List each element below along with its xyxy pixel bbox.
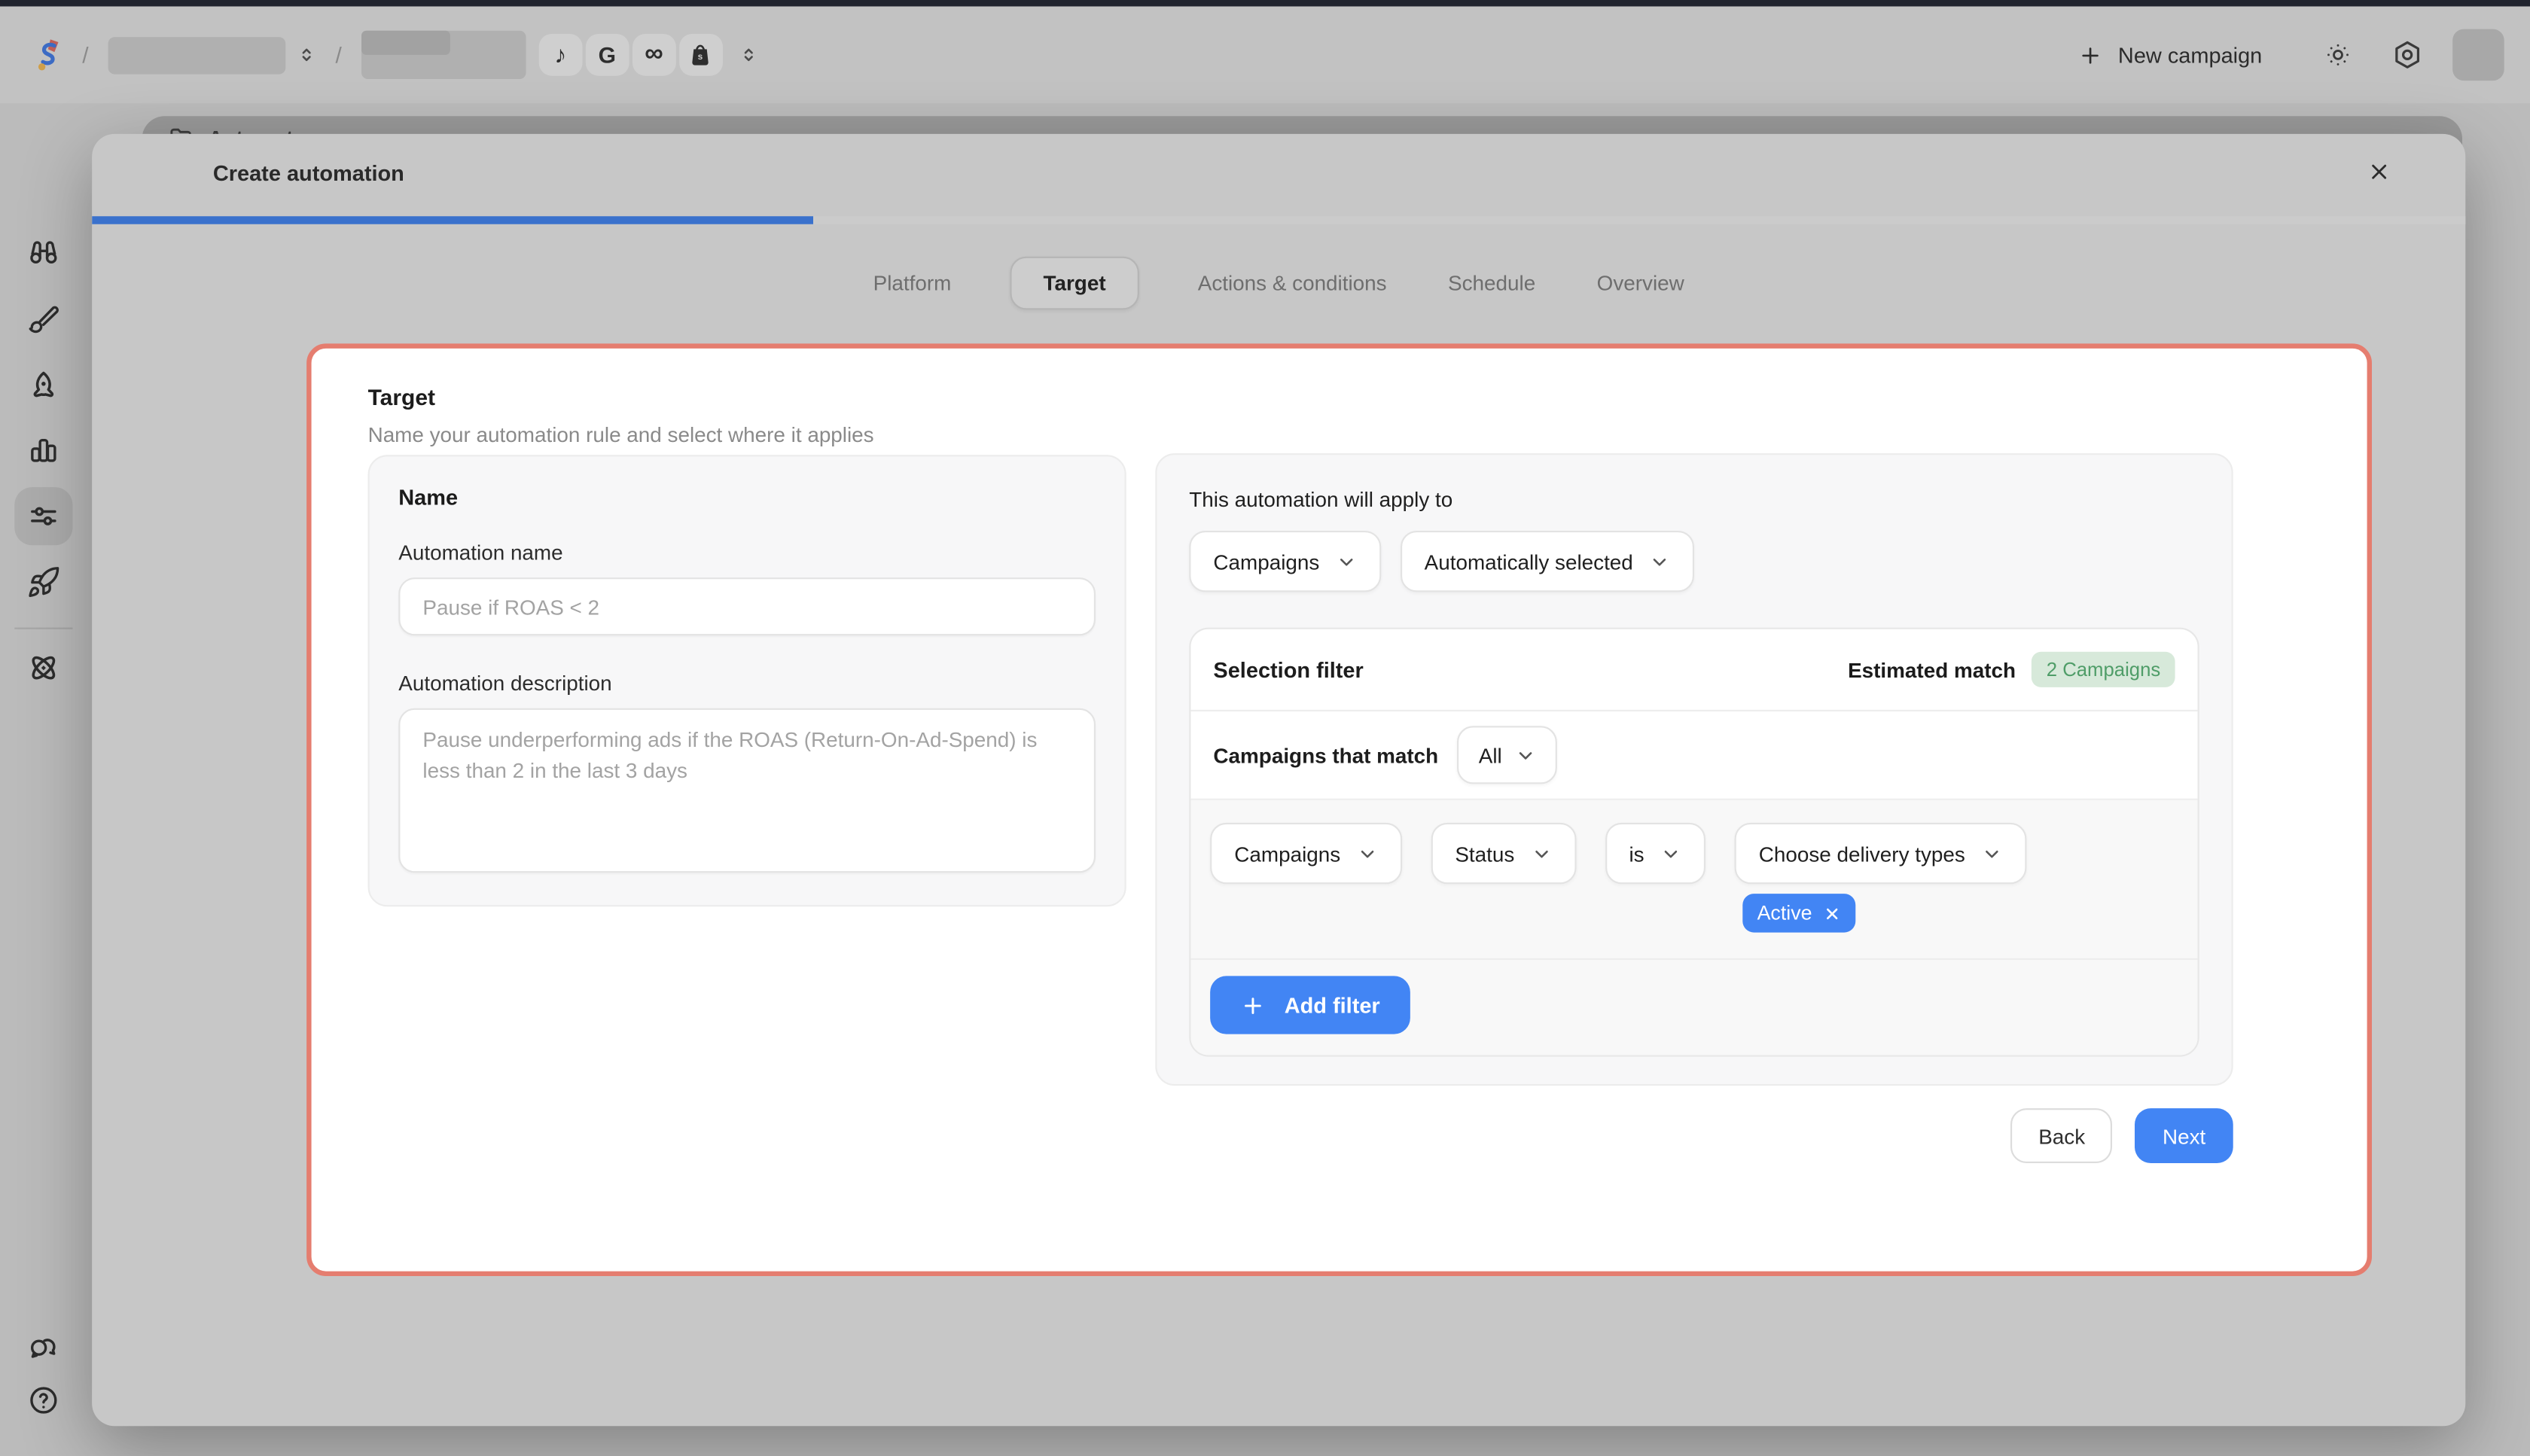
active-chip-label: Active (1757, 902, 1812, 924)
apply-card: This automation will apply to Campaigns … (1155, 453, 2233, 1086)
google-icon[interactable]: G (585, 34, 629, 76)
workspace-name-redacted[interactable] (108, 36, 285, 73)
svg-text:s: s (698, 50, 703, 61)
estimated-match-label: Estimated match (1848, 657, 2016, 681)
automation-name-input[interactable] (398, 577, 1096, 635)
meta-icon[interactable]: ∞ (632, 34, 676, 76)
chevron-down-icon (1515, 745, 1536, 766)
tab-overview[interactable]: Overview (1593, 258, 1687, 308)
avatar[interactable] (2452, 29, 2504, 81)
atom-icon[interactable] (26, 650, 61, 686)
filter-value-placeholder: Choose delivery types (1759, 842, 1965, 866)
match-operator-select[interactable]: All (1458, 726, 1557, 784)
add-filter-label: Add filter (1285, 993, 1380, 1017)
create-automation-modal: Create automation Platform Target Action… (92, 134, 2465, 1426)
tab-platform[interactable]: Platform (870, 258, 954, 308)
target-heading: Target (368, 384, 435, 410)
filter-operator-select[interactable]: is (1605, 823, 1705, 884)
chat-icon[interactable] (26, 1330, 60, 1364)
sun-icon[interactable] (2324, 41, 2353, 70)
filter-value-select[interactable]: Choose delivery types (1735, 823, 2027, 884)
chevron-down-icon (1649, 551, 1670, 572)
sidebar-divider (14, 628, 72, 629)
mode-select-value: Automatically selected (1425, 550, 1633, 574)
apply-title: This automation will apply to (1189, 487, 2199, 511)
paintbrush-icon[interactable] (26, 301, 60, 335)
platform-switcher-icon[interactable] (739, 44, 758, 66)
hexagon-settings-icon[interactable] (2391, 38, 2424, 71)
back-button[interactable]: Back (2011, 1108, 2113, 1163)
breadcrumb-separator-2: / (335, 42, 341, 68)
name-card-heading: Name (398, 486, 1096, 510)
sidebar (0, 103, 87, 1456)
next-button[interactable]: Next (2135, 1108, 2233, 1163)
selection-filter-title: Selection filter (1213, 657, 1363, 681)
filter-entity-select[interactable]: Campaigns (1210, 823, 1401, 884)
footer-buttons: Back Next (1155, 1108, 2233, 1163)
shopify-icon[interactable]: s (679, 34, 723, 76)
new-campaign-label: New campaign (2118, 43, 2262, 67)
breadcrumb-separator: / (82, 42, 88, 68)
progress-fill (92, 216, 813, 224)
help-icon[interactable] (26, 1384, 60, 1418)
automation-name-label: Automation name (398, 541, 1096, 565)
filter-entity-value: Campaigns (1234, 842, 1340, 866)
tab-target[interactable]: Target (1010, 257, 1140, 310)
entity-select-value: Campaigns (1213, 550, 1319, 574)
plus-icon (1241, 993, 1265, 1017)
plus-icon (2077, 43, 2102, 67)
target-panel-highlighted: Target Name your automation rule and sel… (306, 343, 2372, 1276)
tab-actions-conditions[interactable]: Actions & conditions (1194, 258, 1389, 308)
account-name-redacted[interactable] (361, 31, 526, 79)
chevron-down-icon (1981, 843, 2002, 864)
automation-description-input[interactable] (398, 708, 1096, 873)
name-card: Name Automation name Automation descript… (368, 455, 1126, 906)
remove-icon[interactable] (1824, 904, 1842, 922)
workspace-switcher-icon[interactable] (297, 44, 316, 66)
active-value-chip[interactable]: Active (1742, 894, 1855, 932)
automation-description-label: Automation description (398, 671, 1096, 695)
bar-chart-icon[interactable] (26, 433, 60, 467)
chevron-down-icon (1660, 843, 1681, 864)
rocket-icon[interactable] (26, 565, 60, 599)
filter-field-select[interactable]: Status (1431, 823, 1576, 884)
add-filter-button[interactable]: Add filter (1210, 976, 1410, 1034)
selection-filter-card: Selection filter Estimated match 2 Campa… (1189, 628, 2199, 1057)
platform-chips: ♪ G ∞ s (538, 34, 722, 76)
window-top-strip (0, 0, 2530, 7)
chevron-down-icon (1531, 843, 1552, 864)
chevron-down-icon (1336, 551, 1357, 572)
rocket-badge-icon[interactable] (26, 368, 61, 404)
entity-select[interactable]: Campaigns (1189, 531, 1380, 592)
match-row-label: Campaigns that match (1213, 743, 1438, 767)
tiktok-icon[interactable]: ♪ (538, 34, 582, 76)
tab-schedule[interactable]: Schedule (1445, 258, 1539, 308)
step-tabs: Platform Target Actions & conditions Sch… (92, 257, 2465, 310)
modal-title: Create automation (213, 161, 404, 185)
filter-operator-value: is (1629, 842, 1644, 866)
filter-field-value: Status (1455, 842, 1514, 866)
app-header: / / ♪ G ∞ s New campaig (0, 7, 2530, 104)
estimated-match-badge: 2 Campaigns (2032, 652, 2175, 687)
new-campaign-button[interactable]: New campaign (2077, 43, 2262, 67)
match-operator-value: All (1479, 743, 1502, 767)
binoculars-icon[interactable] (26, 235, 60, 269)
chevron-down-icon (1357, 843, 1378, 864)
target-subheading: Name your automation rule and select whe… (368, 422, 874, 446)
sliders-icon[interactable] (26, 499, 60, 533)
close-icon[interactable] (2367, 160, 2391, 184)
progress-track (92, 216, 2465, 224)
app-root: / / ♪ G ∞ s New campaig (0, 0, 2530, 1456)
app-logo (35, 37, 62, 72)
mode-select[interactable]: Automatically selected (1400, 531, 1694, 592)
